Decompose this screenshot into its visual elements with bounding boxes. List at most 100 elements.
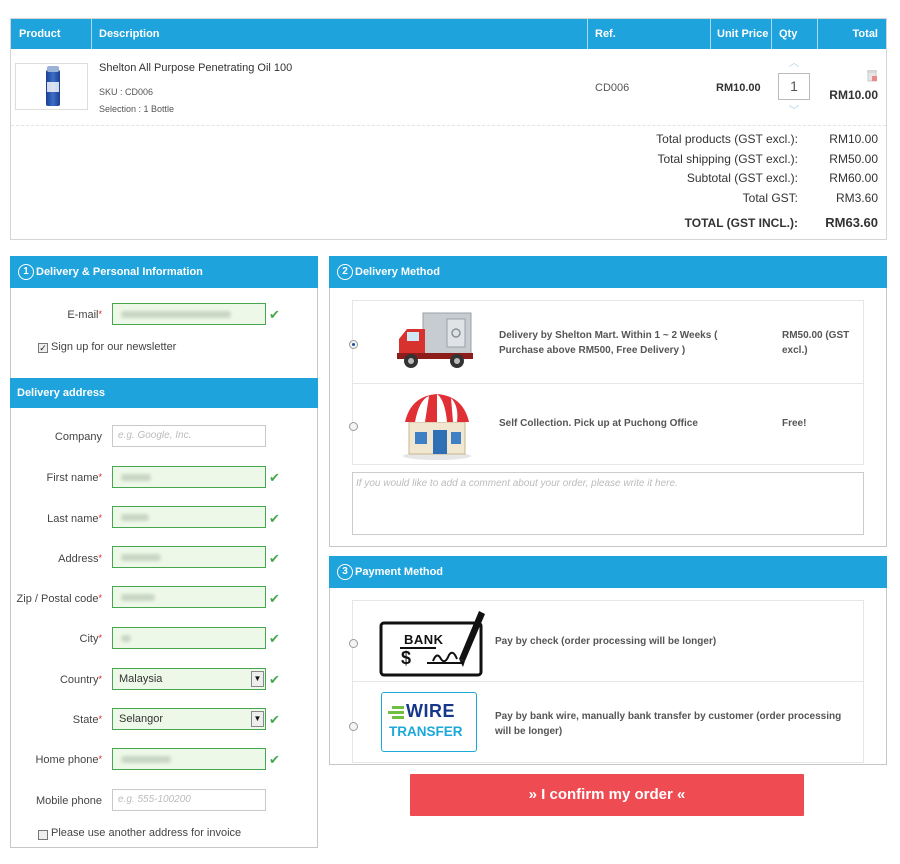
valid-check-icon: ✔ bbox=[269, 752, 280, 767]
valid-check-icon: ✔ bbox=[269, 511, 280, 526]
city-field[interactable] bbox=[112, 627, 266, 649]
bank-logo-text: BANK bbox=[404, 632, 444, 647]
delivery-truck-icon bbox=[395, 309, 475, 375]
delivery-info-header: 1 Delivery & Personal Information bbox=[10, 256, 318, 288]
header-total: Total bbox=[852, 28, 878, 40]
delivery-method-title: Delivery Method bbox=[355, 266, 440, 278]
delivery-option-radio[interactable] bbox=[349, 340, 358, 349]
delivery-method-panel: 2 Delivery Method Delivery by Shelton Ma… bbox=[329, 256, 887, 547]
qty-increase-icon[interactable]: ︿ bbox=[787, 58, 801, 69]
quantity-input[interactable]: 1 bbox=[778, 73, 810, 100]
product-name[interactable]: Shelton All Purpose Penetrating Oil 100 bbox=[99, 62, 292, 74]
summary-value: RM50.00 bbox=[829, 152, 878, 166]
valid-check-icon: ✔ bbox=[269, 551, 280, 566]
wire-transfer-icon: WIRE TRANSFER bbox=[381, 692, 477, 752]
home-phone-field[interactable] bbox=[112, 748, 266, 770]
delivery-info-panel: 1 Delivery & Personal Information E-mail… bbox=[10, 256, 318, 848]
header-qty: Qty bbox=[779, 28, 798, 40]
bank-check-icon: BANK $ bbox=[379, 605, 489, 679]
payment-method-title: Payment Method bbox=[355, 566, 444, 578]
mobile-phone-field[interactable]: e.g. 555-100200 bbox=[112, 789, 266, 811]
chevron-down-icon[interactable]: ▼ bbox=[251, 711, 264, 727]
state-value: Selangor bbox=[119, 713, 164, 725]
last-name-field[interactable] bbox=[112, 506, 266, 528]
payment-option-radio[interactable] bbox=[349, 722, 358, 731]
zip-field[interactable] bbox=[112, 586, 266, 608]
payment-method-panel: 3 Payment Method BANK $ Pay by check (or… bbox=[329, 556, 887, 765]
payment-option-radio[interactable] bbox=[349, 639, 358, 648]
first-name-label: First name* bbox=[46, 472, 102, 484]
valid-check-icon: ✔ bbox=[269, 470, 280, 485]
delivery-address-header: Delivery address bbox=[10, 378, 318, 408]
product-thumbnail[interactable] bbox=[15, 63, 88, 110]
newsletter-label[interactable]: Sign up for our newsletter bbox=[51, 341, 176, 353]
valid-check-icon: ✔ bbox=[269, 591, 280, 606]
state-select[interactable]: Selangor ▼ bbox=[112, 708, 266, 730]
payment-option-description: Pay by check (order processing will be l… bbox=[495, 636, 717, 647]
email-field[interactable] bbox=[112, 303, 266, 325]
delivery-info-title: Delivery & Personal Information bbox=[36, 266, 203, 278]
product-sku: SKU : CD006 bbox=[99, 87, 154, 97]
header-description: Description bbox=[99, 28, 160, 40]
first-name-field[interactable] bbox=[112, 466, 266, 488]
city-label: City* bbox=[79, 633, 102, 645]
company-label: Company bbox=[54, 431, 102, 443]
valid-check-icon: ✔ bbox=[269, 712, 280, 727]
chevron-down-icon[interactable]: ▼ bbox=[251, 671, 264, 687]
address-label: Address* bbox=[58, 553, 102, 565]
cart-summary-table: Product Description Ref. Unit Price Qty … bbox=[10, 18, 887, 240]
company-field[interactable]: e.g. Google, Inc. bbox=[112, 425, 266, 447]
delivery-option-pickup[interactable]: Self Collection. Pick up at Puchong Offi… bbox=[352, 383, 864, 465]
payment-option-check[interactable]: BANK $ Pay by check (order processing wi… bbox=[352, 600, 864, 682]
state-label: State* bbox=[72, 714, 102, 726]
delivery-option-description: Delivery by Shelton Mart. Within 1 ~ 2 W… bbox=[499, 330, 718, 356]
delete-item-icon[interactable] bbox=[866, 69, 878, 82]
payment-option-wire[interactable]: WIRE TRANSFER Pay by bank wire, manually… bbox=[352, 681, 864, 763]
product-line-total: RM10.00 bbox=[829, 88, 878, 102]
product-selection: Selection : 1 Bottle bbox=[99, 104, 175, 114]
header-product: Product bbox=[19, 28, 61, 40]
summary-label: Total products (GST excl.): bbox=[656, 132, 798, 146]
delivery-option-radio[interactable] bbox=[349, 422, 358, 431]
cart-table-header: Product Description Ref. Unit Price Qty … bbox=[11, 19, 886, 49]
delivery-option-price: Free! bbox=[782, 418, 807, 429]
summary-label: Total GST: bbox=[742, 191, 798, 205]
order-comment-textarea[interactable]: If you would like to add a comment about… bbox=[352, 472, 864, 535]
zip-label: Zip / Postal code* bbox=[16, 593, 102, 605]
invoice-address-label[interactable]: Please use another address for invoice bbox=[51, 827, 241, 839]
header-ref: Ref. bbox=[595, 28, 616, 40]
valid-check-icon: ✔ bbox=[269, 672, 280, 687]
grand-total-value: RM63.60 bbox=[825, 215, 878, 230]
delivery-option-price: RM50.00 (GST excl.) bbox=[782, 330, 850, 356]
address-field[interactable] bbox=[112, 546, 266, 568]
payment-option-description: Pay by bank wire, manually bank transfer… bbox=[495, 711, 842, 737]
product-ref: CD006 bbox=[595, 82, 630, 94]
summary-value: RM3.60 bbox=[835, 191, 878, 205]
grand-total-label: TOTAL (GST INCL.): bbox=[684, 216, 798, 230]
store-icon bbox=[401, 388, 473, 460]
country-value: Malaysia bbox=[119, 673, 163, 685]
summary-value: RM10.00 bbox=[829, 132, 878, 146]
step-number: 2 bbox=[337, 264, 353, 280]
confirm-order-button[interactable]: » I confirm my order « bbox=[410, 774, 804, 816]
summary-label: Subtotal (GST excl.): bbox=[686, 171, 798, 185]
country-select[interactable]: Malaysia ▼ bbox=[112, 668, 266, 690]
newsletter-checkbox[interactable]: ✓ bbox=[38, 343, 48, 353]
step-number: 3 bbox=[337, 564, 353, 580]
valid-check-icon: ✔ bbox=[269, 631, 280, 646]
transfer-logo-text: TRANSFER bbox=[389, 724, 463, 739]
product-unit-price: RM10.00 bbox=[716, 82, 761, 94]
payment-method-header: 3 Payment Method bbox=[329, 556, 887, 588]
delivery-method-header: 2 Delivery Method bbox=[329, 256, 887, 288]
last-name-label: Last name* bbox=[47, 513, 102, 525]
delivery-option-description: Self Collection. Pick up at Puchong Offi… bbox=[499, 418, 698, 429]
summary-label: Total shipping (GST excl.): bbox=[657, 152, 798, 166]
dollar-sign-text: $ bbox=[401, 648, 412, 668]
mobile-phone-label: Mobile phone bbox=[35, 795, 102, 807]
summary-value: RM60.00 bbox=[829, 171, 878, 185]
invoice-address-checkbox[interactable] bbox=[38, 830, 48, 840]
delivery-option-shipping[interactable]: Delivery by Shelton Mart. Within 1 ~ 2 W… bbox=[352, 300, 864, 384]
qty-decrease-icon[interactable]: ﹀ bbox=[787, 106, 801, 117]
home-phone-label: Home phone* bbox=[35, 754, 102, 766]
step-number: 1 bbox=[18, 264, 34, 280]
